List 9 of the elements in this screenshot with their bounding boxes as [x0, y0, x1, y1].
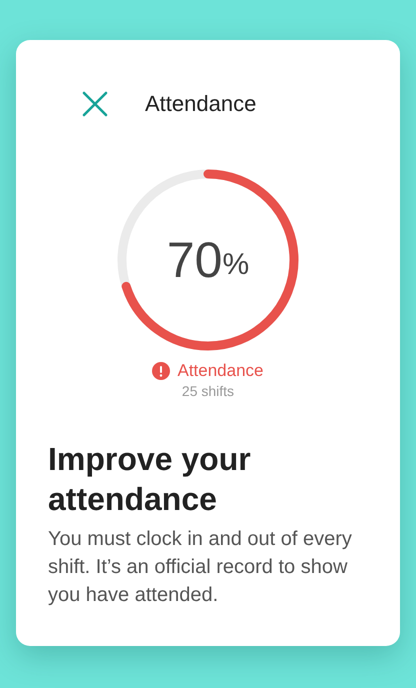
percent-sign: % — [222, 248, 250, 282]
percentage-value: 70 — [166, 231, 222, 289]
body-text: You must clock in and out of every shift. It’s an official record to show you have attended. — [48, 527, 353, 608]
heading: Improve your attendance — [48, 440, 252, 519]
window-title: Attendance — [145, 91, 256, 117]
shift-count: 25 shifts — [180, 383, 236, 399]
status-label: Attendance — [177, 361, 264, 381]
alert-icon — [152, 362, 170, 380]
close-icon[interactable] — [82, 91, 108, 117]
